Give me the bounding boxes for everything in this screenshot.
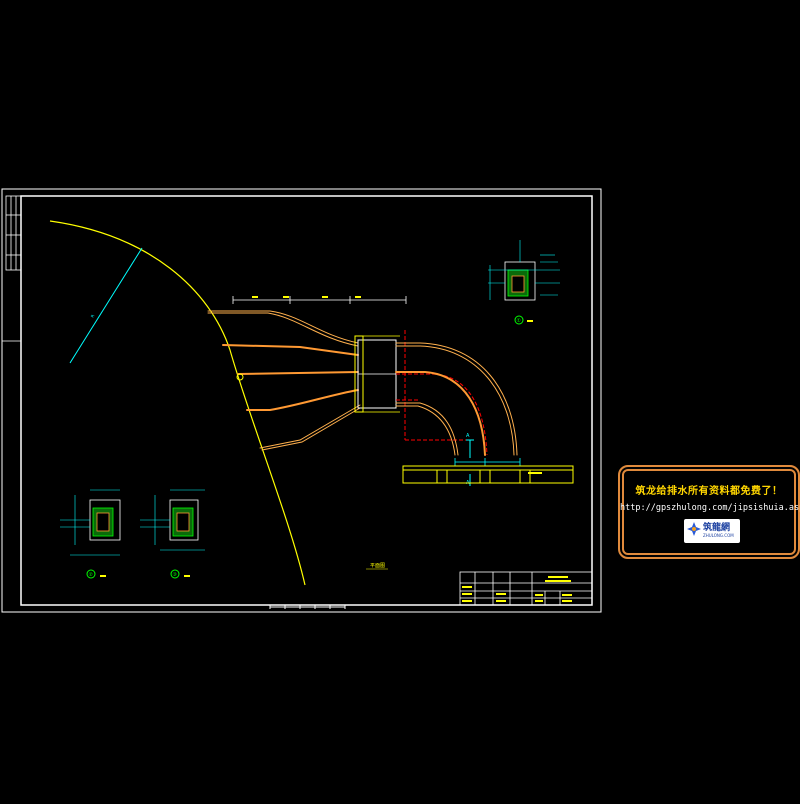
binding-strip: [2, 195, 22, 342]
radius-label: R: [90, 313, 96, 318]
detail-1: [488, 240, 560, 325]
sheet-inner-border: [20, 195, 593, 606]
top-dimension-texts: [252, 296, 361, 298]
inlet-pipes: [207, 310, 361, 451]
support-base: [402, 465, 574, 484]
detail-2-label: ②: [89, 572, 94, 578]
section-mark-a-top: A: [466, 433, 470, 439]
logo-subtext: ZHULONG.COM: [703, 533, 734, 538]
base-label-bar: [528, 472, 542, 474]
cad-drawing-viewport[interactable]: R A A ① ② ③ 平面图: [0, 0, 800, 800]
valve-chamber: [354, 335, 400, 413]
detail-1-scale: [527, 320, 533, 322]
zhulong-logo-icon: [687, 522, 701, 536]
title-block: [459, 571, 593, 606]
radius-leader: [69, 247, 143, 364]
bend-pipes: [395, 342, 518, 456]
download-promo-box[interactable]: 筑龙给排水所有资料都免费了！ http://gpszhulong.com/jip…: [618, 465, 800, 559]
detail-3-label: ③: [173, 572, 177, 578]
cad-drawing-canvas: R A A ① ② ③ 平面图: [1, 188, 602, 613]
detail-3-scale: [184, 575, 190, 577]
zhulong-logo: 筑龍網 ZHULONG.COM: [684, 519, 740, 543]
sheet-outer-border: [1, 188, 602, 613]
plan-view-label: 平面图: [370, 563, 385, 569]
bend-dimensions: [454, 458, 521, 466]
logo-name: 筑龍網: [703, 523, 731, 533]
detail-2: [60, 489, 121, 579]
promo-title: 筑龙给排水所有资料都免费了！: [635, 486, 783, 497]
detail-1-label: ①: [517, 318, 522, 324]
promo-url[interactable]: http://gpszhulong.com/jipsishuia.asp: [620, 503, 800, 513]
detail-3: [140, 489, 205, 579]
section-markers: [466, 439, 474, 458]
top-dimension-line: [232, 296, 407, 304]
detail-2-scale: [100, 575, 106, 577]
